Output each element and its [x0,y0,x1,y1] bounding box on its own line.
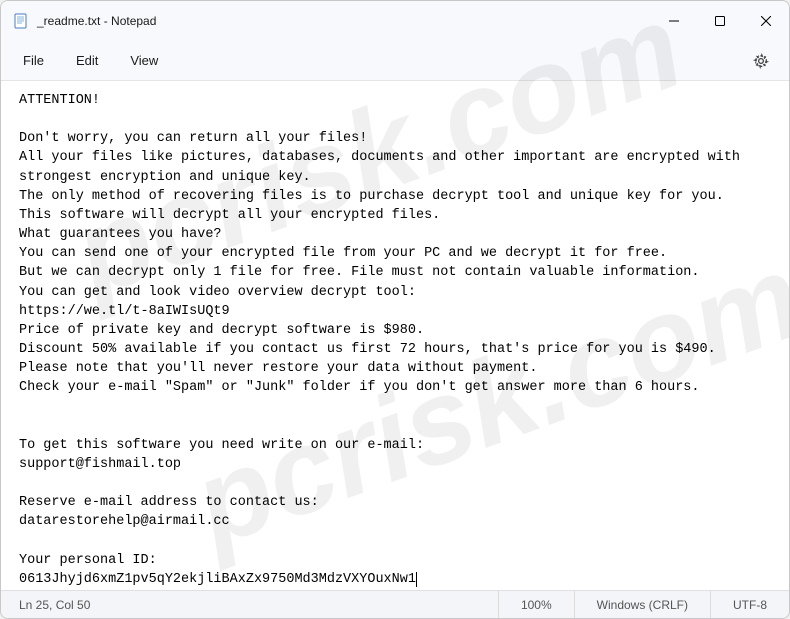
status-line-ending: Windows (CRLF) [574,591,710,619]
maximize-button[interactable] [697,1,743,41]
window-controls [651,1,789,41]
status-zoom[interactable]: 100% [498,591,574,619]
settings-button[interactable] [745,45,777,77]
minimize-icon [669,16,679,26]
menu-view[interactable]: View [116,47,172,74]
status-position: Ln 25, Col 50 [1,598,498,612]
notepad-window: _readme.txt - Notepad File Edit View [0,0,790,619]
status-right: 100% Windows (CRLF) UTF-8 [498,591,789,619]
window-title: _readme.txt - Notepad [37,14,156,28]
close-button[interactable] [743,1,789,41]
document-text: ATTENTION! Don't worry, you can return a… [19,93,748,587]
notepad-icon [13,13,29,29]
maximize-icon [715,16,725,26]
titlebar-left: _readme.txt - Notepad [13,13,156,29]
menu-edit[interactable]: Edit [62,47,112,74]
statusbar: Ln 25, Col 50 100% Windows (CRLF) UTF-8 [1,590,789,618]
text-editor[interactable]: ATTENTION! Don't worry, you can return a… [1,81,789,590]
status-encoding: UTF-8 [710,591,789,619]
close-icon [761,16,771,26]
text-caret [416,572,417,587]
menubar: File Edit View [1,41,789,81]
gear-icon [753,53,769,69]
minimize-button[interactable] [651,1,697,41]
titlebar: _readme.txt - Notepad [1,1,789,41]
menu-file[interactable]: File [9,47,58,74]
menu-items: File Edit View [9,47,172,74]
